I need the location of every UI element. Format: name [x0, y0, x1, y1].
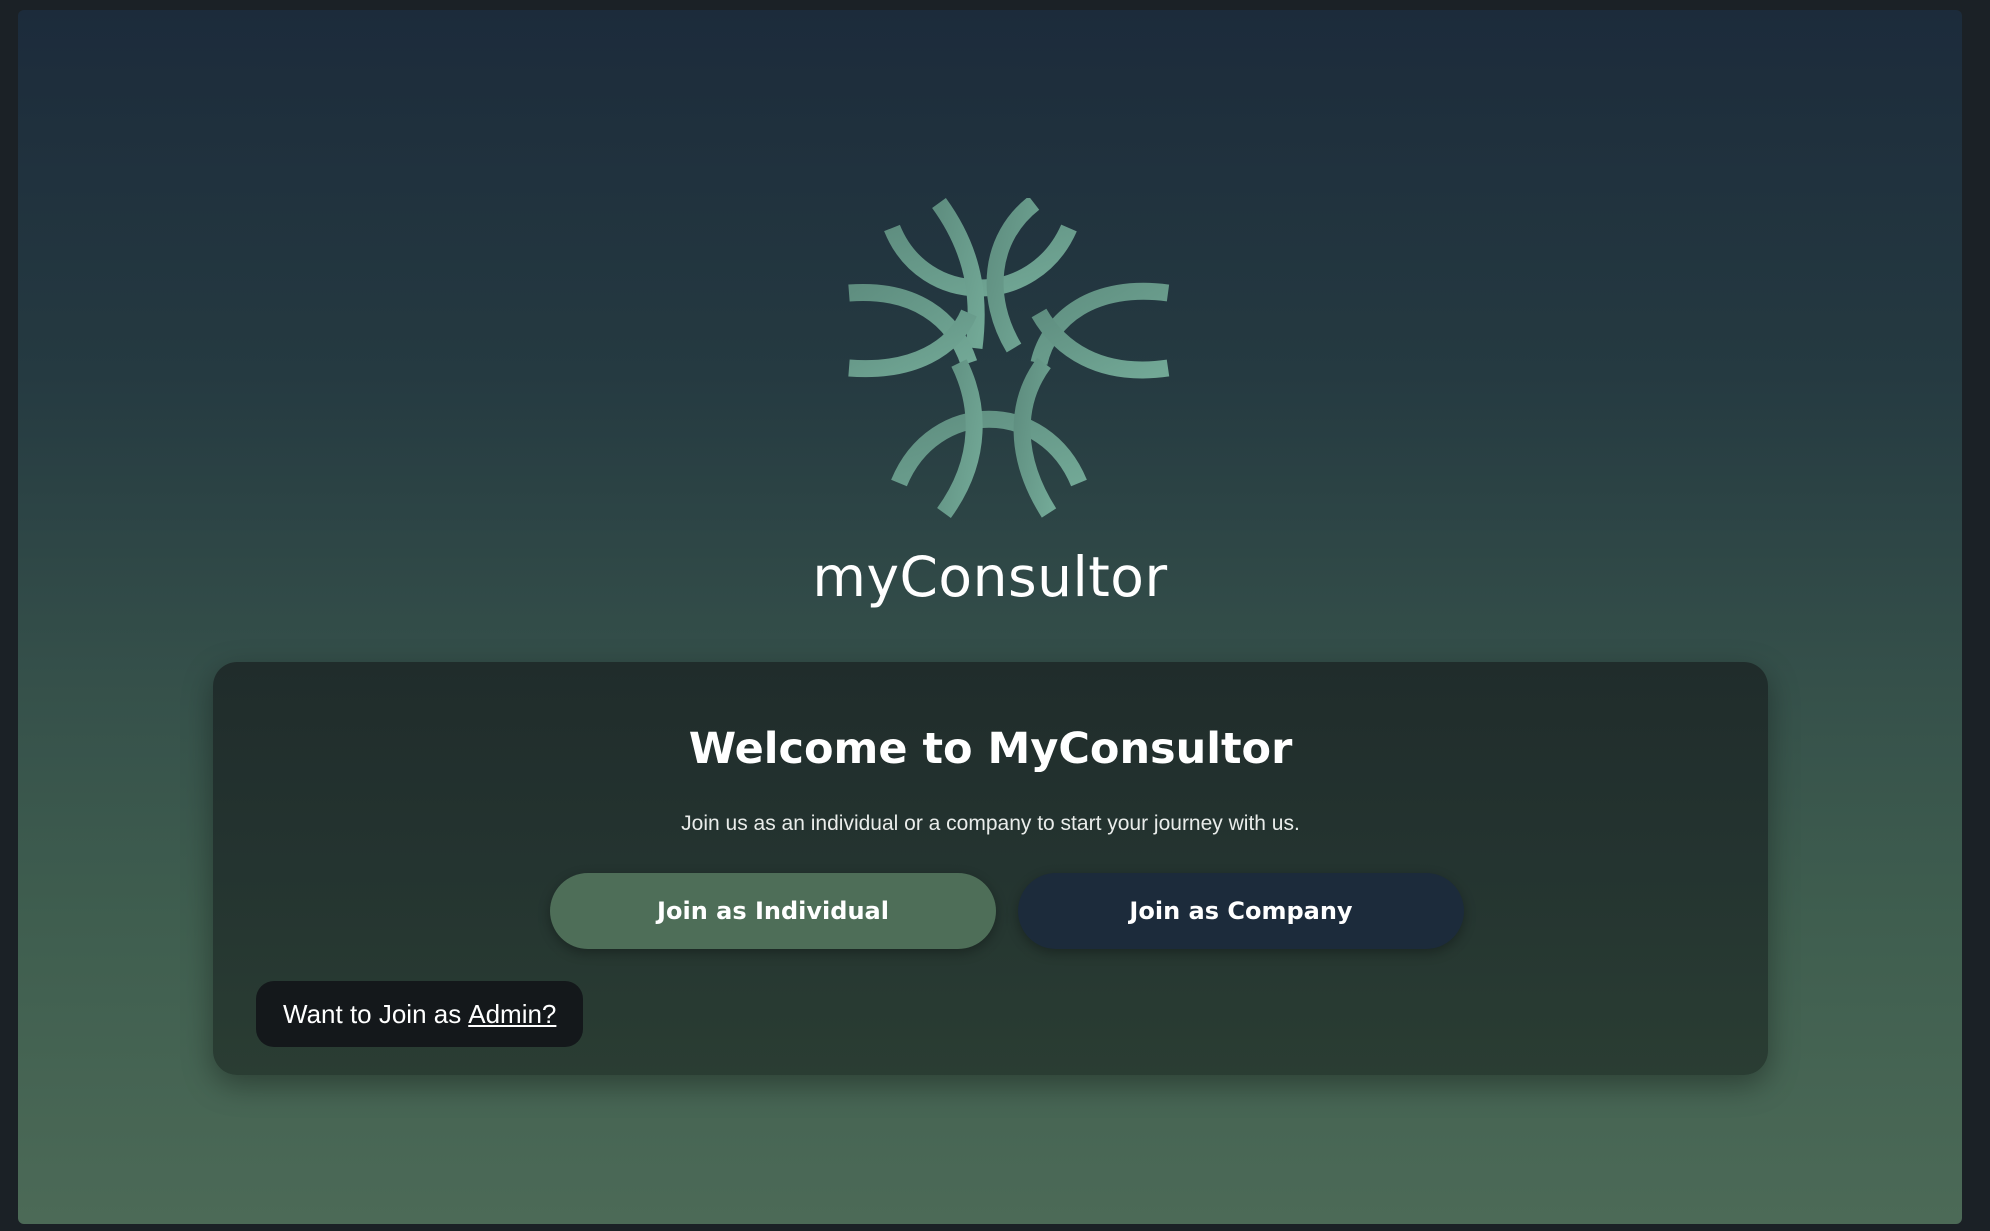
join-as-company-button[interactable]: Join as Company — [1018, 873, 1464, 949]
logo-icon — [848, 198, 1170, 518]
app-window: myConsultor Welcome to MyConsultor Join … — [18, 10, 1962, 1224]
admin-join-link[interactable]: Admin? — [468, 999, 556, 1030]
admin-prompt-text: Want to Join as — [283, 998, 462, 1029]
welcome-title: Welcome to MyConsultor — [688, 724, 1293, 774]
welcome-card: Welcome to MyConsultor Join us as an ind… — [213, 662, 1768, 1075]
join-as-individual-button[interactable]: Join as Individual — [550, 873, 996, 949]
admin-join-prompt: Want to Join as Admin? — [256, 981, 584, 1047]
brand-name: myConsultor — [812, 545, 1168, 609]
welcome-subtitle: Join us as an individual or a company to… — [681, 812, 1300, 835]
